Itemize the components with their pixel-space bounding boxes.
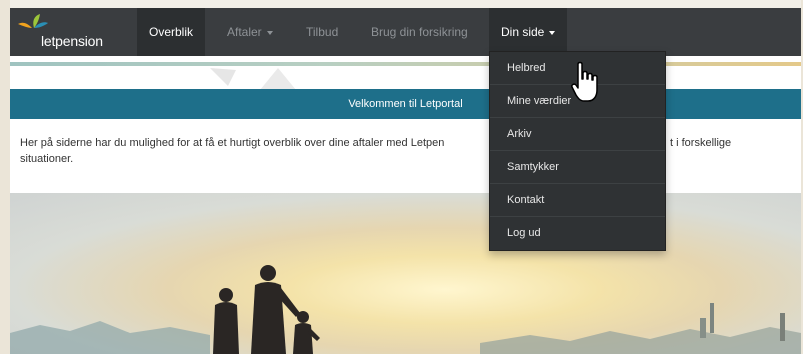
decorative-shape bbox=[210, 68, 296, 90]
intro-text: Her på siderne har du mulighed for at få… bbox=[10, 119, 801, 193]
nav-overblik[interactable]: Overblik bbox=[137, 8, 206, 56]
menu-item-log-ud[interactable]: Log ud bbox=[490, 217, 665, 250]
menu-item-label: Helbred bbox=[507, 62, 546, 74]
hero-illustration bbox=[10, 193, 801, 354]
hand-pointer-icon bbox=[571, 61, 598, 102]
intro-line-2: situationer. bbox=[20, 153, 74, 165]
caret-down-icon bbox=[266, 30, 273, 35]
nav-label: Aftaler bbox=[227, 25, 262, 39]
logo-text: letpension bbox=[41, 33, 103, 49]
family-silhouette-image bbox=[10, 265, 801, 354]
nav-label: Brug din forsikring bbox=[371, 25, 468, 39]
menu-item-label: Mine værdier bbox=[507, 95, 572, 107]
menu-item-arkiv[interactable]: Arkiv bbox=[490, 118, 665, 151]
nav-din-side[interactable]: Din side bbox=[489, 8, 568, 56]
menu-item-label: Kontakt bbox=[507, 194, 545, 206]
intro-line-1-tail: t i forskellige bbox=[670, 137, 732, 149]
menu-item-kontakt[interactable]: Kontakt bbox=[490, 184, 665, 217]
menu-item-label: Samtykker bbox=[507, 161, 559, 173]
welcome-banner: Velkommen til Letportal bbox=[10, 89, 801, 119]
menu-item-label: Arkiv bbox=[507, 128, 532, 140]
letpension-logo[interactable]: letpension bbox=[18, 12, 118, 52]
nav-brug-din-forsikring[interactable]: Brug din forsikring bbox=[359, 8, 480, 56]
nav-label: Overblik bbox=[149, 25, 194, 39]
header-strip bbox=[10, 56, 801, 90]
nav-label: Din side bbox=[501, 25, 545, 39]
color-rule bbox=[10, 62, 801, 66]
banner-title: Velkommen til Letportal bbox=[348, 98, 463, 110]
nav-aftaler[interactable]: Aftaler bbox=[215, 8, 285, 56]
caret-down-icon bbox=[549, 30, 556, 35]
top-navbar: letpension Overblik Aftaler Tilbud Brug … bbox=[10, 8, 801, 56]
menu-item-label: Log ud bbox=[507, 227, 541, 239]
nav-tilbud[interactable]: Tilbud bbox=[294, 8, 350, 56]
menu-item-samtykker[interactable]: Samtykker bbox=[490, 151, 665, 184]
nav-label: Tilbud bbox=[306, 25, 339, 39]
